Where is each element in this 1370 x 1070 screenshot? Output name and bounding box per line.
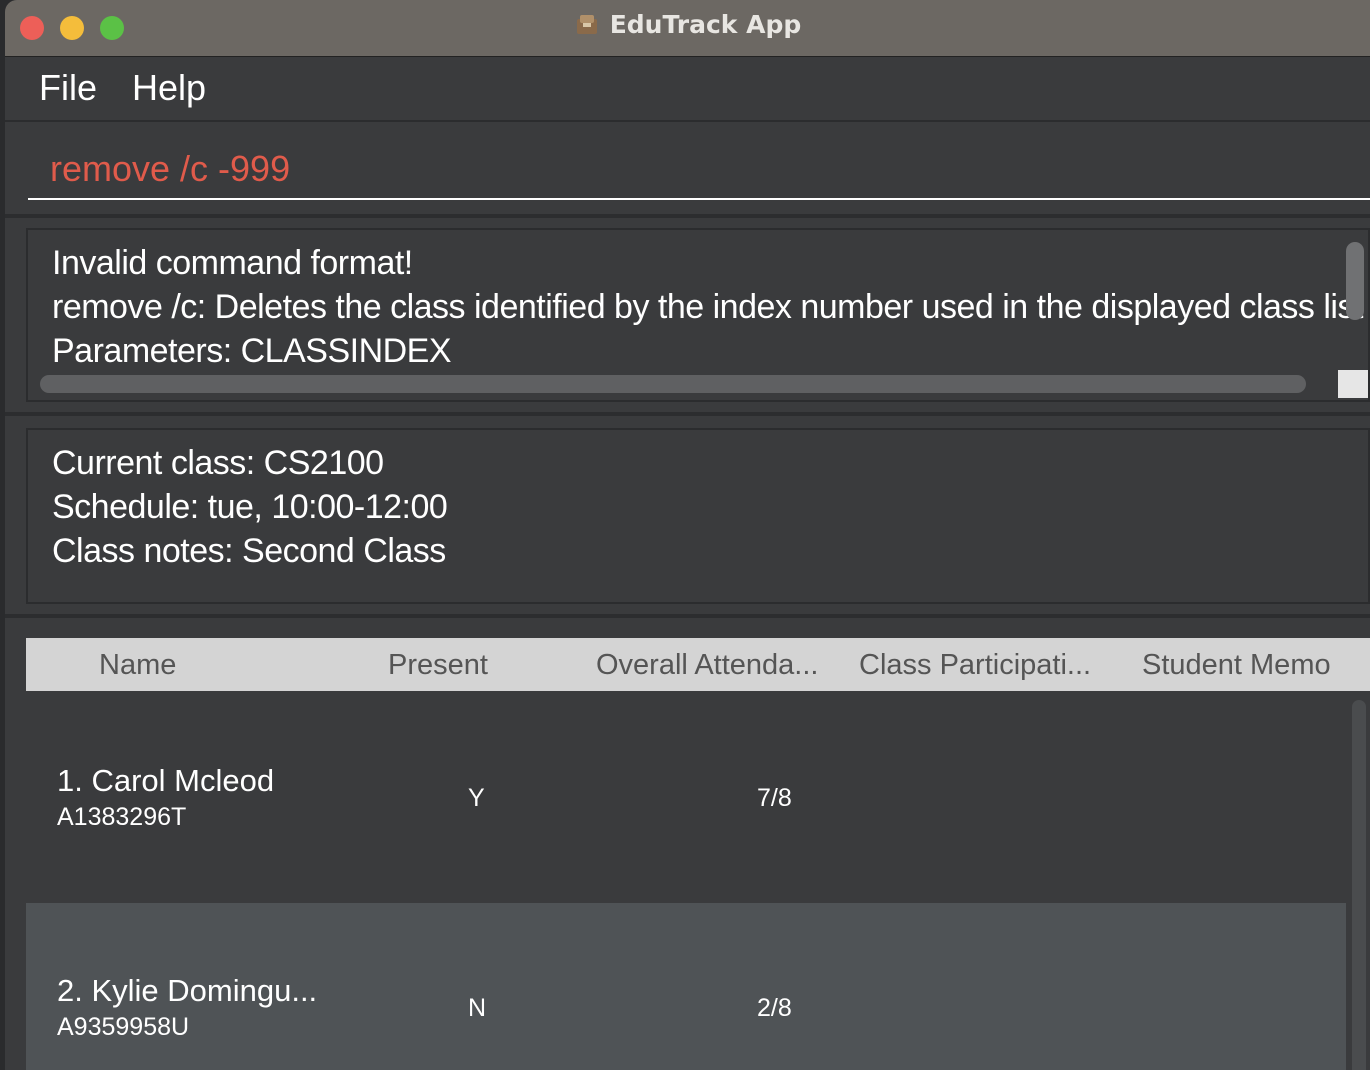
attendance-value: 7/8 (757, 784, 792, 812)
table-row[interactable]: 1. Carol Mcleod A1383296T Y 7/8 (26, 693, 1346, 903)
window-title-group: EduTrack App (5, 10, 1370, 39)
result-line-2: remove /c: Deletes the class identified … (52, 288, 1363, 326)
result-vertical-scrollbar[interactable] (1346, 242, 1364, 320)
divider (5, 214, 1370, 218)
table-header: Name Present Overall Attenda... Class Pa… (26, 638, 1370, 691)
menu-help[interactable]: Help (132, 67, 206, 109)
title-bar[interactable]: EduTrack App (5, 0, 1370, 57)
scroll-corner (1338, 370, 1368, 398)
student-name: 1. Carol Mcleod (57, 763, 275, 798)
student-name: 2. Kylie Domingu... (57, 973, 318, 1008)
result-line-1: Invalid command format! (52, 244, 413, 282)
divider (5, 614, 1370, 618)
command-box (5, 122, 1370, 214)
result-horizontal-scrollbar[interactable] (40, 375, 1306, 393)
column-header-participation[interactable]: Class Participati... (859, 649, 1091, 682)
result-line-3: Parameters: CLASSINDEX (52, 332, 452, 370)
column-header-present[interactable]: Present (388, 649, 488, 682)
class-notes-label: Class notes: Second Class (52, 532, 446, 570)
table-row[interactable]: 2. Kylie Domingu... A9359958U N 2/8 (26, 903, 1346, 1070)
schedule-label: Schedule: tue, 10:00-12:00 (52, 488, 448, 526)
window-title: EduTrack App (609, 10, 802, 39)
app-window: EduTrack App File Help Invalid command f… (5, 0, 1370, 1070)
menu-file[interactable]: File (39, 67, 97, 109)
current-class-label: Current class: CS2100 (52, 444, 384, 482)
present-value: Y (468, 784, 485, 812)
student-id: A1383296T (57, 803, 187, 831)
table-vertical-scrollbar[interactable] (1352, 700, 1366, 1070)
class-info-panel: Current class: CS2100 Schedule: tue, 10:… (26, 428, 1370, 604)
student-table: Name Present Overall Attenda... Class Pa… (26, 638, 1370, 1070)
menu-bar: File Help (5, 57, 1370, 122)
result-display: Invalid command format! remove /c: Delet… (26, 228, 1370, 402)
divider (5, 412, 1370, 416)
app-logo-icon (576, 15, 597, 34)
present-value: N (468, 994, 487, 1022)
attendance-value: 2/8 (757, 994, 792, 1022)
column-header-name[interactable]: Name (99, 649, 176, 682)
command-input[interactable] (28, 140, 1370, 200)
student-id: A9359958U (57, 1013, 190, 1041)
column-header-memo[interactable]: Student Memo (1142, 649, 1331, 682)
column-header-attendance[interactable]: Overall Attenda... (596, 649, 818, 682)
